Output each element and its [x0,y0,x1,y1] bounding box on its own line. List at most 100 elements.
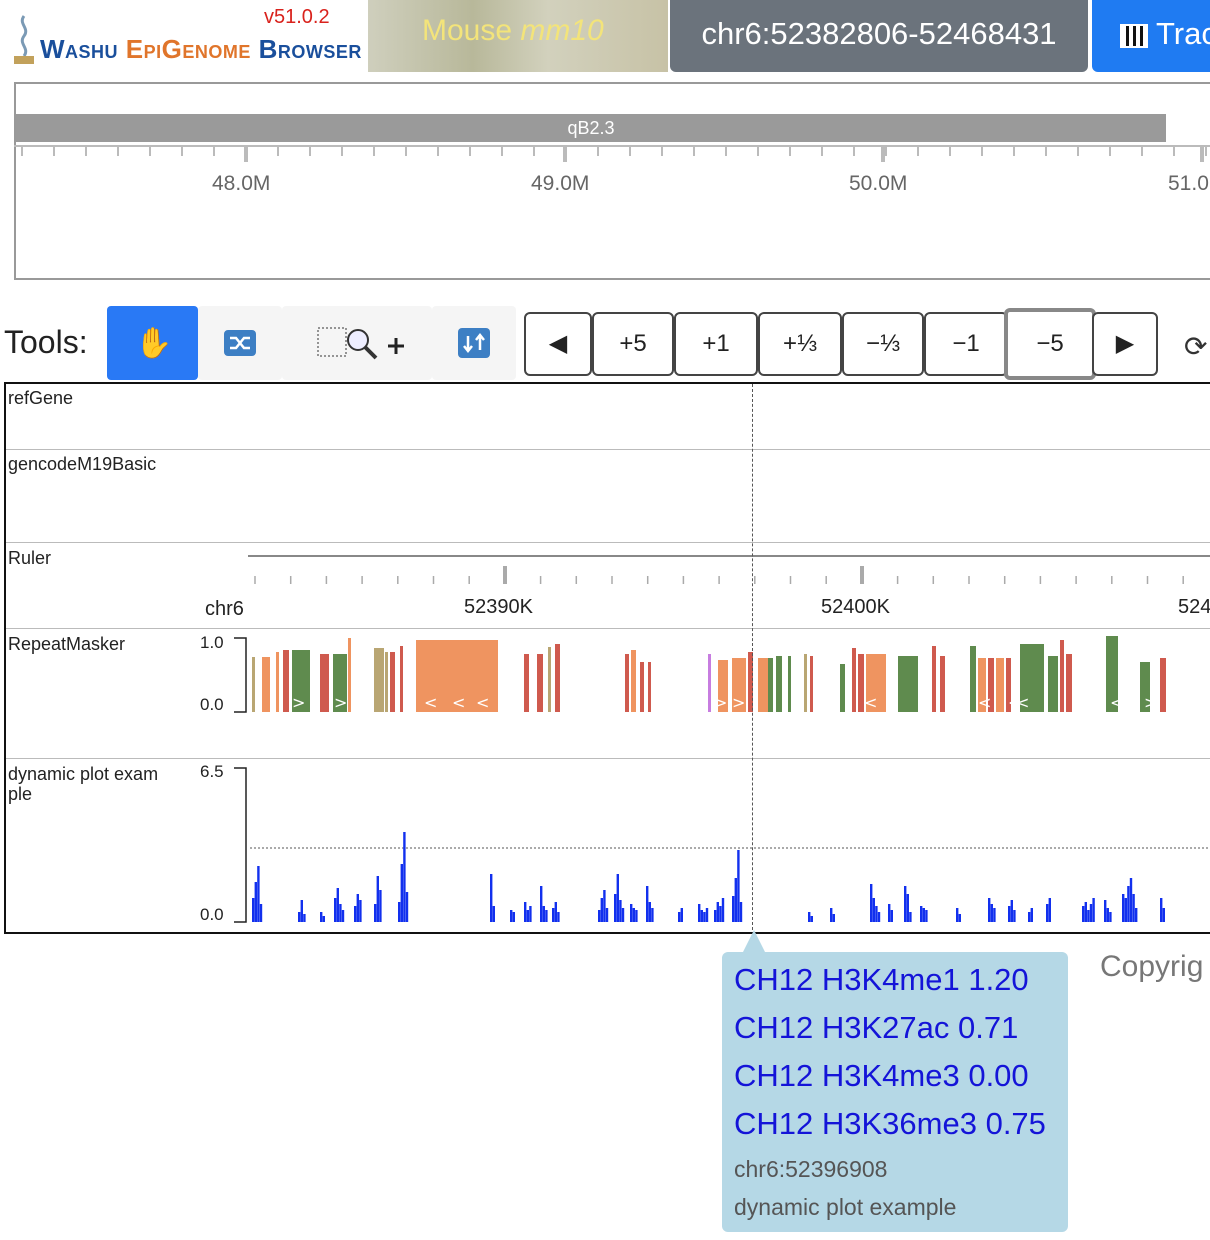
repeat-element[interactable] [810,656,813,712]
pan-right-button[interactable]: ▶ [1092,312,1158,376]
app-title-part: Washu [40,34,126,64]
repeat-element[interactable] [524,654,529,712]
signal-bar [300,900,303,922]
refresh-tool-button[interactable] [432,306,516,380]
overview-tick-label: 48.0M [212,172,271,195]
signal-bar [1109,912,1112,922]
chromosome-band: qB2.3 [16,114,1166,142]
zoom-out-5-button[interactable]: −5 [1004,308,1096,380]
repeat-element[interactable] [788,656,791,712]
repeatmasker-track[interactable]: > > < < < > > < < << < > [248,636,1210,716]
zoom-select-tool-button[interactable] [282,306,432,380]
signal-bar [356,894,359,922]
signal-bar [1160,898,1163,922]
repeat-element[interactable] [283,650,289,712]
reorder-tool-button[interactable] [198,306,282,380]
genome-species: Mouse [422,14,521,47]
signal-bar [1084,902,1087,922]
track-label-dynamic-plot[interactable]: dynamic plot exam ple [8,764,158,804]
signal-bar [1013,910,1016,922]
repeat-element[interactable] [276,652,279,712]
repeat-element[interactable] [898,656,918,712]
dynamic-plot-track[interactable] [248,766,1210,926]
app-version: v51.0.2 [264,6,330,28]
tooltip-value: CH12 H3K4me3 0.00 [734,1058,1029,1093]
repeat-element[interactable] [555,644,560,712]
tooltip-track-name: dynamic plot example [734,1194,957,1220]
repeat-element[interactable] [970,646,976,712]
reset-icon[interactable]: ⟳ [1184,330,1207,363]
repeat-element[interactable] [776,656,782,712]
signal-bar [875,906,878,922]
pan-left-button[interactable]: ◀ [524,312,592,376]
repeat-element[interactable] [996,658,1004,712]
repeat-element[interactable] [1160,658,1166,712]
signal-bar [529,906,532,922]
zoom-select-icon [317,327,404,360]
strand-arrow: < [476,693,489,712]
repeat-element[interactable] [932,646,936,712]
chromosome-overview[interactable] [14,82,1210,280]
position-crosshair [752,384,753,930]
repeat-element[interactable] [625,654,629,712]
logo-icon [14,15,34,64]
track-label-ruler[interactable]: Ruler [8,548,51,569]
signal-bar [545,910,548,922]
zoom-in-third-button[interactable]: +⅓ [758,312,842,376]
repeat-element[interactable] [320,654,329,712]
signal-bar [988,898,991,922]
repeat-element[interactable] [768,658,773,712]
zoom-out-1-button[interactable]: −1 [924,312,1008,376]
signal-bar [621,908,625,922]
track-label-gencode[interactable]: gencodeM19Basic [8,454,156,475]
tracks-button[interactable]: Trac [1092,0,1210,72]
repeat-element[interactable] [1048,656,1058,712]
repeat-element[interactable] [708,654,711,712]
coordinate-input[interactable]: chr6:52382806-52468431 [670,0,1088,72]
tooltip-value: CH12 H3K27ac 0.71 [734,1010,1019,1045]
repeat-element[interactable] [374,648,384,712]
signal-bar [1104,900,1107,922]
repeat-element[interactable] [758,658,768,712]
zoom-out-third-button[interactable]: −⅓ [842,312,924,376]
signal-bar [298,912,301,922]
repeat-element[interactable] [385,652,388,712]
repeat-element[interactable] [390,652,395,712]
zoom-in-1-button[interactable]: +1 [674,312,758,376]
track-label-repeatmasker[interactable]: RepeatMasker [8,634,125,655]
repeat-element[interactable] [852,648,856,712]
signal-bar [719,906,722,922]
signal-bar [956,908,959,922]
repeat-element[interactable] [631,650,636,712]
signal-bar [554,902,557,922]
repeat-element[interactable] [548,647,551,712]
signal-bar [830,908,833,922]
signal-bar [877,912,881,922]
track-label-refgene[interactable]: refGene [8,388,73,409]
signal-bar [909,912,912,922]
repeat-element[interactable] [400,646,403,712]
repeat-element[interactable] [262,657,270,712]
signal-bar [1162,908,1165,922]
signal-bar [906,894,909,922]
signal-bar [341,910,345,922]
drag-tool-button[interactable]: ✋ [107,306,198,380]
repeat-element[interactable] [537,654,543,712]
repeat-element[interactable] [940,656,945,712]
ruler-tick-label: 52390K [464,596,533,618]
repeat-element[interactable] [804,654,807,712]
repeat-element[interactable] [1060,640,1064,712]
signal-bar [648,902,651,922]
signal-bar [1082,906,1085,922]
repeat-element[interactable] [648,662,651,712]
repeat-element[interactable] [348,638,351,712]
piano-icon [1120,23,1148,48]
genome-label[interactable]: Mouse mm10 [422,14,604,48]
repeat-element[interactable] [640,662,644,712]
repeat-element[interactable] [1066,654,1072,712]
repeat-element[interactable] [840,664,845,712]
zoom-in-5-button[interactable]: +5 [592,312,674,376]
repeat-element[interactable] [252,657,255,712]
signal-bar [540,886,543,922]
signal-bar [1129,878,1133,922]
